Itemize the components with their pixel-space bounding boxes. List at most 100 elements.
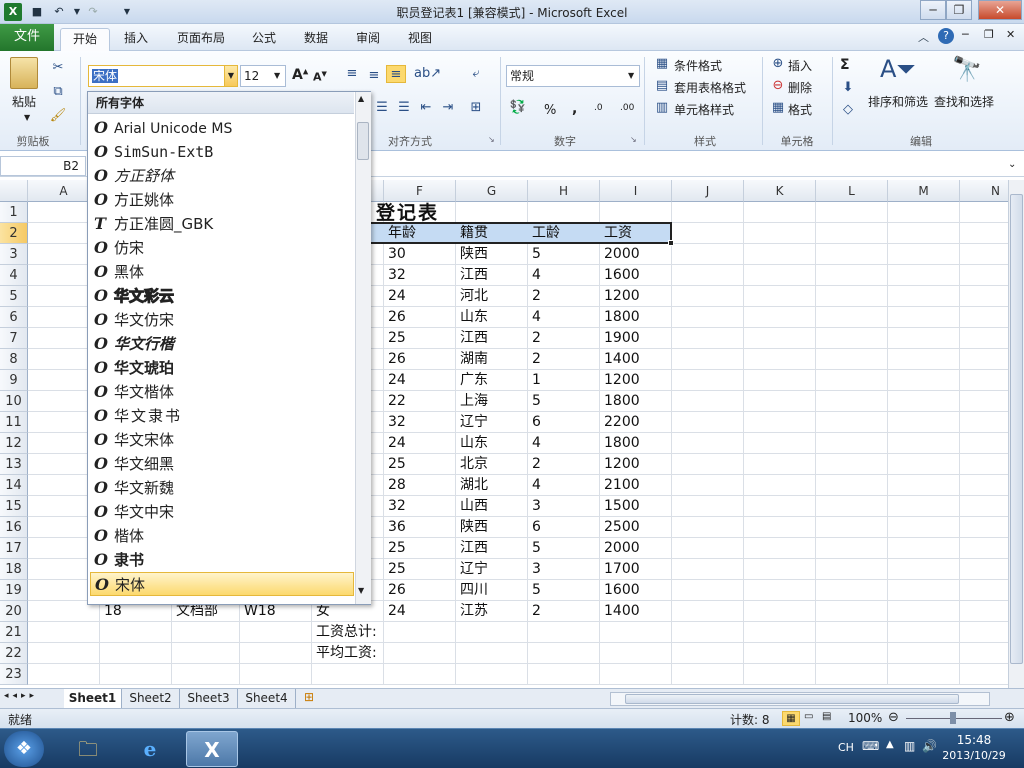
currency-icon[interactable]: 💱	[508, 99, 528, 117]
insert-sheet-icon[interactable]: ⊞	[304, 690, 314, 704]
row-header-19[interactable]: 19	[0, 580, 28, 601]
zoom-out-icon[interactable]: ⊖	[888, 710, 899, 725]
vertical-scrollbar[interactable]	[1008, 180, 1024, 688]
data-cell[interactable]: 江西	[456, 538, 488, 558]
font-option[interactable]: O 隶书	[90, 548, 354, 572]
data-cell[interactable]: 1200	[600, 454, 640, 474]
header-cell-salary[interactable]: 工资	[600, 223, 632, 243]
row-header-2[interactable]: 2	[0, 223, 28, 244]
tab-formulas[interactable]: 公式	[242, 28, 286, 51]
autosum-button[interactable]: Σ	[840, 57, 850, 73]
find-select-icon[interactable]: 🔭	[950, 55, 984, 89]
row-header-22[interactable]: 22	[0, 643, 28, 664]
data-cell[interactable]: 陕西	[456, 244, 488, 264]
alignment-launcher-icon[interactable]: ↘	[488, 135, 495, 144]
excel-taskbar-icon[interactable]: X	[186, 731, 238, 767]
align-right-icon[interactable]: ☰	[394, 99, 414, 117]
row-header-8[interactable]: 8	[0, 349, 28, 370]
row-header-9[interactable]: 9	[0, 370, 28, 391]
sheet-tab-sheet3[interactable]: Sheet3	[180, 689, 238, 708]
data-cell[interactable]: 36	[384, 517, 406, 537]
clear-icon[interactable]: ◇	[838, 101, 858, 119]
orientation-icon[interactable]: ab↗	[414, 65, 441, 83]
paste-button[interactable]: 粘贴	[12, 93, 36, 110]
data-cell[interactable]: 广东	[456, 370, 488, 390]
merge-center-icon[interactable]: ⊞	[466, 99, 486, 117]
data-cell[interactable]: 辽宁	[456, 412, 488, 432]
data-cell[interactable]: 江苏	[456, 601, 488, 621]
sheet-tab-sheet2[interactable]: Sheet2	[122, 689, 180, 708]
paste-dropdown-icon[interactable]: ▼	[24, 113, 30, 122]
vertical-scroll-thumb[interactable]	[1010, 194, 1023, 664]
data-cell[interactable]: 32	[384, 265, 406, 285]
data-cell[interactable]: 2	[528, 601, 541, 621]
clock-date[interactable]: 2013/10/29	[936, 749, 1012, 762]
font-dropdown-scrollbar[interactable]: ▲ ▼	[355, 92, 371, 604]
data-cell[interactable]: 24	[384, 601, 406, 621]
number-format-select[interactable]: 常规	[506, 65, 640, 87]
data-cell[interactable]: 2100	[600, 475, 640, 495]
data-cell[interactable]: 26	[384, 349, 406, 369]
format-cells-icon[interactable]: ▦	[768, 99, 788, 117]
row-header-15[interactable]: 15	[0, 496, 28, 517]
data-cell[interactable]: 1400	[600, 601, 640, 621]
insert-cells-button[interactable]: 插入	[788, 57, 812, 74]
format-painter-icon[interactable]: 🖌	[48, 107, 68, 125]
copy-icon[interactable]: ⧉	[48, 83, 68, 101]
data-cell[interactable]: 河北	[456, 286, 488, 306]
row-header-23[interactable]: 23	[0, 664, 28, 685]
font-option[interactable]: O 楷体	[90, 524, 354, 548]
column-header-m[interactable]: M	[888, 180, 960, 202]
sort-filter-icon[interactable]: A⏷	[880, 55, 916, 89]
data-cell[interactable]: 2200	[600, 412, 640, 432]
conditional-format-button[interactable]: 条件格式	[674, 57, 722, 74]
data-cell[interactable]: 北京	[456, 454, 488, 474]
row-header-7[interactable]: 7	[0, 328, 28, 349]
normal-view-icon[interactable]: ▦	[782, 711, 800, 726]
percent-button[interactable]: %	[544, 103, 556, 118]
align-center-icon[interactable]: ☰	[372, 99, 392, 117]
number-format-dropdown-icon[interactable]: ▼	[628, 71, 634, 80]
decrease-decimal-button[interactable]: .00	[620, 103, 634, 113]
row-header-10[interactable]: 10	[0, 391, 28, 412]
data-cell[interactable]: 24	[384, 370, 406, 390]
data-cell[interactable]: 江西	[456, 328, 488, 348]
data-cell[interactable]: 3	[528, 496, 541, 516]
column-header-f[interactable]: F	[384, 180, 456, 202]
paste-icon[interactable]	[10, 57, 38, 89]
data-cell[interactable]: 26	[384, 307, 406, 327]
font-option[interactable]: O 黑体	[90, 260, 354, 284]
row-header-13[interactable]: 13	[0, 454, 28, 475]
data-cell[interactable]: 1200	[600, 286, 640, 306]
column-header-n[interactable]: N	[960, 180, 1008, 202]
insert-cells-icon[interactable]: ⊕	[768, 55, 788, 73]
page-break-view-icon[interactable]: ▤	[822, 711, 831, 722]
data-cell[interactable]: 1400	[600, 349, 640, 369]
number-launcher-icon[interactable]: ↘	[630, 135, 637, 144]
data-cell[interactable]: 22	[384, 391, 406, 411]
wrap-text-icon[interactable]: ⤶	[466, 65, 486, 83]
row-header-5[interactable]: 5	[0, 286, 28, 307]
show-hidden-icons-icon[interactable]: ▲	[886, 739, 894, 750]
column-header-g[interactable]: G	[456, 180, 528, 202]
data-cell[interactable]: 25	[384, 538, 406, 558]
fill-icon[interactable]: ⬇	[838, 79, 858, 97]
format-as-table-icon[interactable]: ▤	[652, 77, 672, 95]
average-salary-label[interactable]: 平均工资:	[312, 643, 377, 663]
font-size-dropdown-icon[interactable]: ▼	[274, 71, 280, 80]
close-button[interactable]: ✕	[978, 0, 1022, 20]
data-cell[interactable]: 6	[528, 517, 541, 537]
keyboard-icon[interactable]: ⌨	[862, 739, 879, 753]
font-name-dropdown-icon[interactable]: ▼	[224, 65, 238, 87]
zoom-slider-thumb[interactable]	[950, 712, 956, 724]
data-cell[interactable]: 2	[528, 454, 541, 474]
row-header-1[interactable]: 1	[0, 202, 28, 223]
data-cell[interactable]: 陕西	[456, 517, 488, 537]
fill-handle[interactable]	[668, 240, 674, 246]
data-cell[interactable]: 28	[384, 475, 406, 495]
data-cell[interactable]: 2	[528, 328, 541, 348]
align-top-icon[interactable]: ≡	[342, 65, 362, 83]
data-cell[interactable]: 1600	[600, 580, 640, 600]
font-option[interactable]: O 方正舒体	[90, 164, 354, 188]
data-cell[interactable]: 山西	[456, 496, 488, 516]
